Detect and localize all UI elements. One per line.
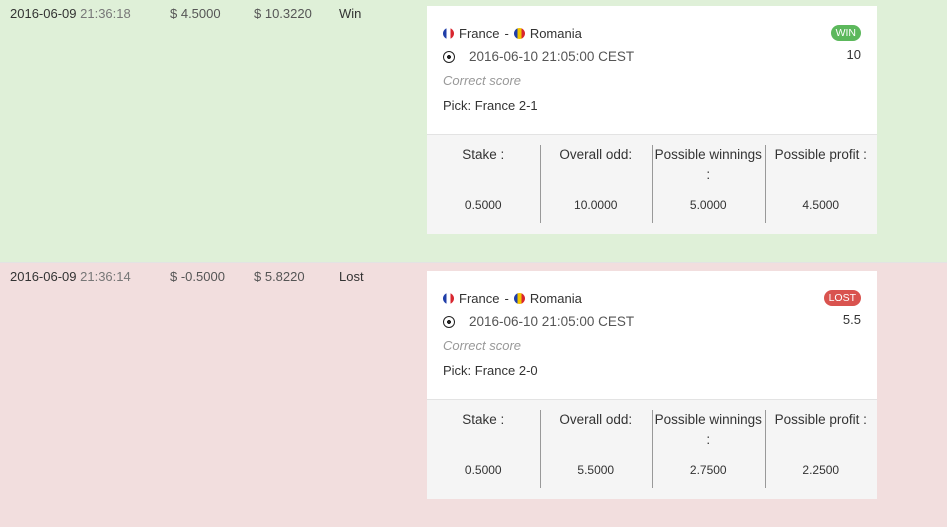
- possible-profit-stat: Possible profit : 4.5000: [764, 135, 878, 234]
- possible-profit-label: Possible profit :: [774, 412, 867, 427]
- france-flag-icon: [443, 28, 454, 39]
- home-team: France: [459, 26, 500, 41]
- bet-row-lost: 2016-06-09 21:36:14 $ -0.5000 $ 5.8220 L…: [0, 263, 947, 527]
- overall-odd-label: Overall odd:: [559, 147, 633, 162]
- bet-profit: $ 4.5000: [170, 6, 221, 21]
- stake-stat: Stake : 0.5000: [427, 135, 540, 234]
- stake-value: 0.5000: [464, 198, 502, 212]
- possible-profit-value: 2.2500: [802, 463, 840, 477]
- bet-date-time: 21:36:14: [80, 269, 131, 284]
- bet-summary: Stake : 0.5000 Overall odd: 5.5000 Possi…: [427, 400, 877, 499]
- stake-value: 0.5000: [464, 463, 502, 477]
- possible-winnings-value: 5.0000: [689, 198, 727, 212]
- bet-summary: Stake : 0.5000 Overall odd: 10.0000 Poss…: [427, 135, 877, 234]
- market-name: Correct score: [443, 73, 522, 88]
- event-time-row: 2016-06-10 21:05:00 CEST: [443, 49, 634, 64]
- possible-profit-value: 4.5000: [802, 198, 840, 212]
- match-teams: France - Romania: [443, 291, 582, 306]
- possible-winnings-label: Possible winnings :: [654, 147, 762, 182]
- bet-date-day: 2016-06-09: [10, 6, 77, 21]
- overall-odd-value: 5.5000: [577, 463, 615, 477]
- selection-odd: 10: [846, 47, 861, 62]
- selection-odd: 5.5: [842, 312, 861, 327]
- market-name: Correct score: [443, 338, 522, 353]
- away-team: Romania: [529, 26, 582, 41]
- status-badge: LOST: [823, 290, 861, 306]
- bet-result: Lost: [339, 269, 364, 284]
- possible-winnings-label: Possible winnings :: [654, 412, 762, 447]
- stake-label: Stake :: [462, 412, 505, 427]
- possible-profit-label: Possible profit :: [774, 147, 867, 162]
- possible-winnings-stat: Possible winnings : 2.7500: [652, 400, 765, 499]
- bet-result: Win: [339, 6, 362, 21]
- overall-odd-value: 10.0000: [574, 198, 618, 212]
- away-team: Romania: [529, 291, 582, 306]
- france-flag-icon: [443, 293, 454, 304]
- bet-detail-card: France - Romania 2016-06-10 21:05:00 CES…: [427, 6, 877, 234]
- teams-separator: -: [504, 291, 509, 306]
- home-team: France: [459, 291, 500, 306]
- soccer-ball-icon: [443, 315, 455, 328]
- possible-winnings-stat: Possible winnings : 5.0000: [652, 135, 765, 234]
- bet-selection: France - Romania 2016-06-10 21:05:00 CES…: [427, 6, 877, 135]
- bet-date: 2016-06-09 21:36:14: [10, 269, 131, 284]
- bet-date-time: 21:36:18: [80, 6, 131, 21]
- bet-date: 2016-06-09 21:36:18: [10, 6, 131, 21]
- event-time-row: 2016-06-10 21:05:00 CEST: [443, 314, 634, 329]
- bet-balance: $ 10.3220: [254, 6, 312, 21]
- teams-separator: -: [504, 26, 509, 41]
- soccer-ball-icon: [443, 50, 455, 63]
- romania-flag-icon: [513, 28, 525, 39]
- stake-stat: Stake : 0.5000: [427, 400, 540, 499]
- possible-profit-stat: Possible profit : 2.2500: [764, 400, 878, 499]
- overall-odd-stat: Overall odd: 5.5000: [539, 400, 653, 499]
- romania-flag-icon: [513, 293, 525, 304]
- stake-label: Stake :: [462, 147, 505, 162]
- bet-selection: France - Romania 2016-06-10 21:05:00 CES…: [427, 271, 877, 400]
- bet-detail-card: France - Romania 2016-06-10 21:05:00 CES…: [427, 271, 877, 499]
- bet-balance: $ 5.8220: [254, 269, 305, 284]
- bet-row-win: 2016-06-09 21:36:18 $ 4.5000 $ 10.3220 W…: [0, 0, 947, 263]
- overall-odd-stat: Overall odd: 10.0000: [539, 135, 653, 234]
- possible-winnings-value: 2.7500: [689, 463, 727, 477]
- bet-profit: $ -0.5000: [170, 269, 225, 284]
- pick-text: Pick: France 2-1: [443, 98, 538, 113]
- bet-date-day: 2016-06-09: [10, 269, 77, 284]
- match-teams: France - Romania: [443, 26, 582, 41]
- event-time: 2016-06-10 21:05:00 CEST: [469, 314, 635, 329]
- event-time: 2016-06-10 21:05:00 CEST: [469, 49, 635, 64]
- status-badge: WIN: [830, 25, 861, 41]
- pick-text: Pick: France 2-0: [443, 363, 538, 378]
- overall-odd-label: Overall odd:: [559, 412, 633, 427]
